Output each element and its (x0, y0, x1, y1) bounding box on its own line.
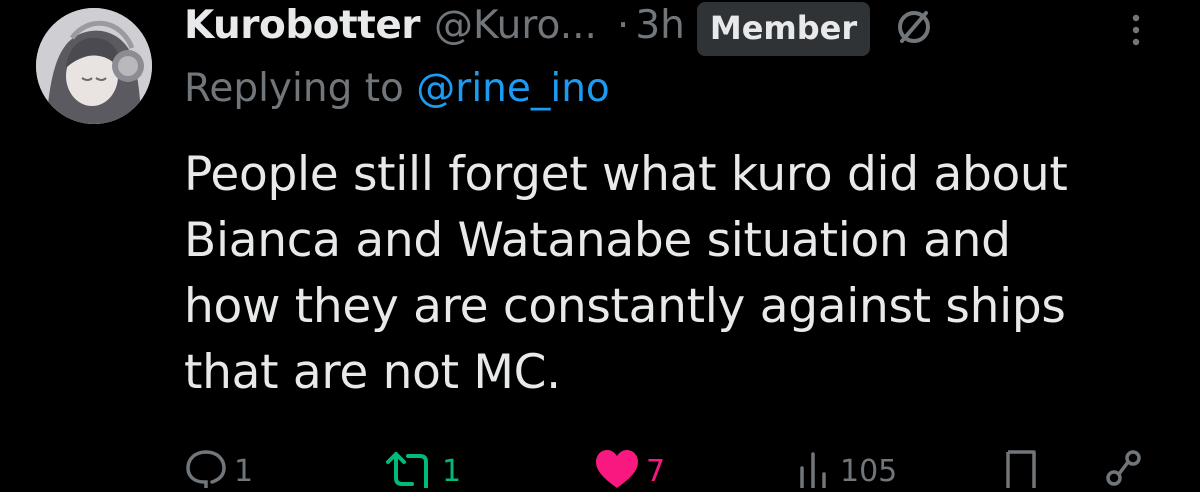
tweet-text: People still forget what kuro did about … (184, 142, 1174, 406)
avatar[interactable] (36, 8, 152, 124)
bookmark-button[interactable] (1004, 448, 1038, 488)
replying-to-line: Replying to @rine_ino (184, 66, 610, 111)
tweet-timestamp[interactable]: 3h (635, 3, 685, 48)
like-count: 7 (646, 454, 666, 489)
tweet-header: Kurobotter @Kuro... · 3h Member (184, 0, 934, 56)
repost-icon (386, 452, 428, 488)
community-slash-icon (894, 7, 934, 47)
share-button[interactable] (1104, 448, 1144, 488)
reply-button[interactable]: 1 (184, 448, 253, 492)
reply-icon (186, 450, 226, 488)
bookmark-icon (1006, 450, 1036, 488)
tweet-text-line: how they are constantly against ships (184, 279, 1066, 334)
like-button[interactable]: 7 (594, 448, 665, 492)
heart-filled-icon (596, 450, 638, 488)
replying-to-label: Replying to (184, 66, 417, 111)
tweet-text-line: Bianca and Watanabe situation and (184, 213, 1011, 268)
tweet-text-line: People still forget what kuro did about (184, 147, 1068, 202)
views-button[interactable]: 105 (794, 448, 897, 492)
tweet-text-line: that are not MC. (184, 345, 561, 400)
share-icon (1106, 450, 1141, 486)
repost-button[interactable]: 1 (384, 448, 461, 492)
views-count: 105 (840, 454, 898, 489)
avatar-anime-headphones-icon (36, 8, 152, 124)
reply-count: 1 (234, 454, 254, 489)
repost-count: 1 (442, 454, 462, 489)
member-badge[interactable]: Member (696, 2, 871, 56)
author-handle[interactable]: @Kuro... (434, 3, 597, 48)
views-chart-icon (800, 452, 826, 488)
tweet-action-bar: 1 1 7 105 (184, 448, 1144, 489)
separator-dot: · (616, 2, 630, 48)
reply-mention-link[interactable]: @rine_ino (416, 66, 610, 111)
author-display-name[interactable]: Kurobotter (184, 3, 421, 48)
more-options-icon[interactable] (1126, 12, 1146, 48)
